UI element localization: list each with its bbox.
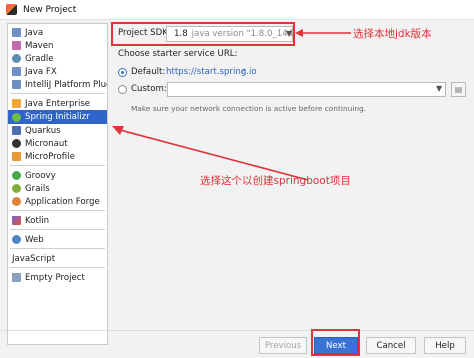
- sidebar-item-micronaut[interactable]: Micronaut: [8, 137, 107, 150]
- sidebar-item-label: Empty Project: [25, 272, 85, 283]
- sidebar-item-label: Spring Initializr: [25, 112, 90, 122]
- sidebar-item-kotlin[interactable]: Kotlin: [8, 214, 107, 227]
- micronaut-icon: [12, 139, 21, 148]
- microprofile-icon: [12, 152, 21, 161]
- sidebar-item-quarkus[interactable]: Quarkus: [8, 124, 107, 137]
- folder-icon: [12, 67, 21, 76]
- sdk-annotation-text: 选择本地jdk版本: [353, 28, 432, 40]
- sidebar-item-label: IntelliJ Platform Plugin: [25, 79, 107, 90]
- sidebar-item-label: Java: [25, 27, 44, 38]
- divider: [10, 165, 105, 166]
- sidebar-item-java[interactable]: Java: [8, 26, 107, 39]
- custom-url-radio[interactable]: [118, 85, 127, 94]
- sidebar-item-label: Maven: [25, 40, 54, 51]
- previous-button[interactable]: Previous: [259, 337, 307, 354]
- divider: [10, 267, 105, 268]
- intellij-app-icon: [6, 4, 17, 15]
- help-button[interactable]: Help: [424, 337, 466, 354]
- next-highlight-box: [311, 329, 360, 356]
- sidebar-item-label: JavaScript: [12, 253, 56, 264]
- network-hint: Make sure your network connection is act…: [131, 104, 367, 113]
- enterprise-icon: [12, 99, 21, 108]
- divider: [10, 248, 105, 249]
- chevron-down-icon[interactable]: ▼: [286, 29, 292, 38]
- sidebar-item-label: Grails: [25, 183, 50, 194]
- folder-icon: [12, 273, 21, 282]
- sidebar-item-label: Application Forge: [25, 196, 100, 207]
- sdk-detail: java version "1.8.0_144": [191, 29, 293, 39]
- custom-url-input[interactable]: [167, 82, 446, 97]
- maven-icon: [12, 41, 21, 50]
- custom-url-label: Custom:: [131, 84, 167, 94]
- external-link-icon[interactable]: ↗: [240, 67, 246, 75]
- sidebar-item-intellij-plugin[interactable]: IntelliJ Platform Plugin: [8, 78, 107, 91]
- spring-icon: [12, 112, 21, 122]
- sidebar-item-java-enterprise[interactable]: Java Enterprise: [8, 97, 107, 110]
- sidebar-item-application-forge[interactable]: Application Forge: [8, 195, 107, 208]
- sidebar-item-empty-project[interactable]: Empty Project: [8, 271, 107, 284]
- gradle-icon: [12, 54, 21, 63]
- sidebar-item-label: Micronaut: [25, 138, 68, 149]
- spring-annotation-text: 选择这个以创建springboot项目: [200, 175, 351, 187]
- forge-icon: [12, 197, 21, 206]
- project-sdk-select[interactable]: 1.8 java version "1.8.0_144": [166, 26, 293, 42]
- grails-icon: [12, 184, 21, 193]
- chevron-down-icon[interactable]: ▼: [436, 84, 442, 93]
- default-url-radio[interactable]: [118, 68, 127, 77]
- plugin-icon: [12, 80, 21, 89]
- sidebar-item-javascript[interactable]: JavaScript: [8, 252, 107, 265]
- cancel-button[interactable]: Cancel: [366, 337, 416, 354]
- project-type-list[interactable]: Java Maven Gradle Java FX IntelliJ Platf…: [7, 23, 108, 345]
- folder-icon: [12, 28, 21, 37]
- sidebar-item-gradle[interactable]: Gradle: [8, 52, 107, 65]
- project-sdk-label: Project SDK:: [118, 28, 171, 38]
- service-url-heading: Choose starter service URL:: [118, 49, 238, 59]
- sidebar-item-label: MicroProfile: [25, 151, 75, 162]
- window-title: New Project: [23, 4, 77, 15]
- sidebar-item-grails[interactable]: Grails: [8, 182, 107, 195]
- browse-icon[interactable]: ▤: [451, 82, 466, 97]
- groovy-icon: [12, 171, 21, 180]
- divider: [10, 210, 105, 211]
- sidebar-item-web[interactable]: Web: [8, 233, 107, 246]
- footer-divider: [0, 330, 474, 331]
- divider: [10, 93, 105, 94]
- sidebar-item-label: Groovy: [25, 170, 56, 181]
- sidebar-item-microprofile[interactable]: MicroProfile: [8, 150, 107, 163]
- sidebar-item-spring-initializr[interactable]: Spring Initializr: [8, 110, 107, 124]
- divider: [10, 229, 105, 230]
- sidebar-item-label: Gradle: [25, 53, 54, 64]
- sidebar-item-javafx[interactable]: Java FX: [8, 65, 107, 78]
- title-bar: New Project: [0, 0, 474, 20]
- kotlin-icon: [12, 216, 21, 225]
- globe-icon: [12, 235, 21, 244]
- quarkus-icon: [12, 126, 21, 135]
- sidebar-item-label: Java FX: [25, 66, 57, 77]
- sidebar-item-label: Web: [25, 234, 44, 245]
- sdk-annotation-arrow: [295, 29, 351, 37]
- sidebar-item-label: Kotlin: [25, 215, 50, 226]
- sidebar-item-label: Quarkus: [25, 125, 61, 136]
- sidebar-item-label: Java Enterprise: [25, 98, 91, 109]
- sidebar-item-maven[interactable]: Maven: [8, 39, 107, 52]
- default-url-label: Default:: [131, 67, 166, 77]
- sidebar-item-groovy[interactable]: Groovy: [8, 169, 107, 182]
- sdk-version: 1.8: [174, 29, 188, 39]
